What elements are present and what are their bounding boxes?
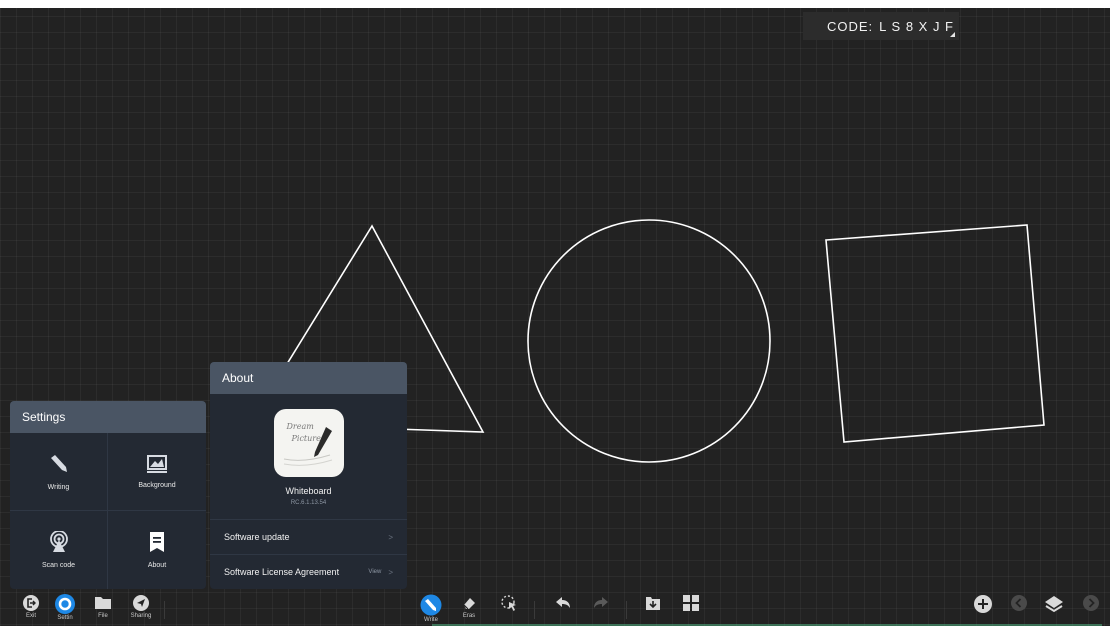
toolbar-label: Settin [57, 615, 73, 621]
whiteboard-app-icon: Dream Picture [273, 409, 344, 477]
grid-icon [683, 595, 699, 611]
document-icon [149, 531, 165, 553]
pen-icon [48, 453, 70, 475]
folder-icon [95, 597, 111, 609]
toolbar-label: Exit [25, 613, 36, 619]
pen-icon [420, 594, 442, 616]
view-link[interactable]: View [368, 569, 381, 575]
undo-button[interactable] [546, 594, 580, 612]
about-title: About [210, 362, 407, 394]
app-version: RC.6.1.13.54 [290, 500, 327, 506]
code-label: CODE: [827, 18, 874, 34]
send-icon [133, 595, 149, 611]
undo-icon [556, 597, 570, 608]
code-value: L S 8 X J F [879, 18, 954, 34]
write-button[interactable]: Write [414, 594, 448, 623]
redo-icon [594, 597, 608, 608]
layers-button[interactable] [1037, 594, 1071, 614]
about-panel: About Dream Picture Whiteboard RC.6.1.13… [210, 362, 407, 589]
settings-panel: Settings Writing Background Scan code Ab… [10, 401, 206, 589]
grid-button[interactable] [674, 594, 708, 612]
circle-shape[interactable] [527, 219, 771, 463]
select-button[interactable] [492, 594, 526, 612]
previous-page-button[interactable] [1002, 594, 1036, 612]
broadcast-icon [49, 531, 69, 553]
import-button[interactable] [636, 594, 670, 612]
resize-corner-icon [950, 32, 955, 37]
import-icon [646, 597, 660, 610]
redo-button[interactable] [584, 594, 618, 612]
sharing-button[interactable]: Sharing [124, 594, 158, 619]
settings-item-label: Scan code [41, 562, 76, 569]
settings-title: Settings [10, 401, 206, 433]
layers-icon [1045, 596, 1063, 613]
settings-item-scan-code[interactable]: Scan code [10, 511, 108, 589]
app-name: Whiteboard [285, 486, 332, 496]
add-page-button[interactable] [966, 594, 1000, 614]
eraser-icon [463, 598, 475, 610]
previous-page-icon [1011, 595, 1027, 611]
toolbar-divider [164, 601, 165, 619]
exit-button[interactable]: Exit [14, 594, 48, 619]
square-shape[interactable] [825, 224, 1045, 443]
next-page-button[interactable] [1074, 594, 1108, 612]
settings-item-about[interactable]: About [108, 511, 206, 589]
settings-item-label: Writing [47, 483, 70, 491]
room-code-badge[interactable]: CODE: L S 8 X J F [803, 12, 959, 40]
background-image-icon [147, 454, 167, 473]
toolbar-label: Eras [462, 613, 476, 619]
settings-item-label: Background [138, 481, 176, 489]
chevron-right-icon: > [388, 567, 393, 577]
exit-icon [23, 595, 39, 611]
software-update-row[interactable]: Software update > [210, 519, 407, 554]
toolbar-label: File [98, 613, 108, 619]
bottom-toolbar: Exit Settin File Sharing Write Eras [0, 594, 1110, 626]
chevron-right-icon: > [388, 532, 393, 542]
next-page-icon [1083, 595, 1099, 611]
settings-item-label: About [147, 562, 167, 569]
row-label: Software update [224, 532, 290, 542]
settings-icon [55, 594, 75, 614]
toolbar-label: Write [424, 617, 438, 623]
toolbar-divider [534, 601, 535, 619]
add-page-icon [974, 595, 992, 613]
select-icon [501, 595, 516, 611]
toolbar-divider [626, 601, 627, 619]
pen-icon [283, 427, 332, 466]
settings-item-background[interactable]: Background [108, 433, 206, 511]
settings-item-writing[interactable]: Writing [10, 433, 108, 511]
eraser-button[interactable]: Eras [452, 594, 486, 619]
license-agreement-row[interactable]: Software License Agreement View > [210, 554, 407, 589]
toolbar-label: Sharing [130, 613, 152, 619]
settings-button[interactable]: Settin [48, 594, 82, 621]
row-label: Software License Agreement [224, 567, 340, 577]
file-button[interactable]: File [86, 594, 120, 619]
